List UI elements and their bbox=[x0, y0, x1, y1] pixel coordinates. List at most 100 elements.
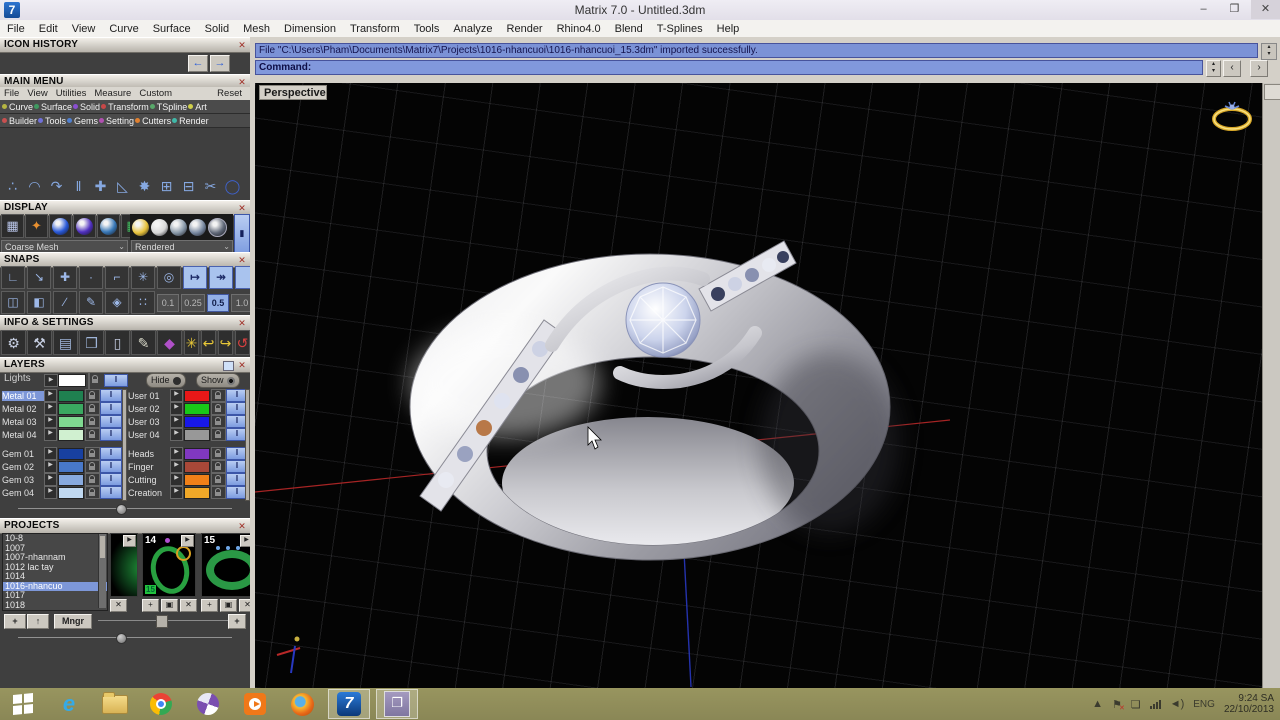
earth-sphere-icon[interactable] bbox=[97, 214, 120, 238]
layer-row-creation[interactable]: Creation▶I bbox=[128, 486, 246, 499]
layer-row-metal-01[interactable]: Metal 01▶I bbox=[2, 389, 124, 402]
layer-expand-button[interactable]: ▶ bbox=[44, 473, 57, 486]
close-icon[interactable]: ✕ bbox=[237, 77, 247, 87]
layer-color-swatch[interactable] bbox=[184, 474, 210, 486]
layer-expand-button[interactable]: ▶ bbox=[44, 415, 57, 428]
ghosted-sphere-icon-glyph[interactable] bbox=[76, 218, 93, 235]
close-icon[interactable]: ✕ bbox=[237, 360, 247, 370]
layer-expand-button[interactable]: ▶ bbox=[44, 460, 57, 473]
thumbnail-play-button[interactable]: ▶ bbox=[181, 535, 194, 547]
hide-toggle[interactable]: Hide bbox=[146, 373, 186, 388]
point-snap-icon[interactable]: · bbox=[79, 266, 103, 289]
layer-visibility-button[interactable]: I bbox=[100, 486, 122, 499]
media-player-icon[interactable] bbox=[234, 689, 276, 719]
menu-rhino40[interactable]: Rhino4.0 bbox=[550, 21, 608, 37]
layer-color-swatch[interactable] bbox=[58, 403, 84, 415]
circle-icon[interactable]: ◯ bbox=[222, 174, 243, 199]
menu-dimension[interactable]: Dimension bbox=[277, 21, 343, 37]
layers-header[interactable]: LAYERS ✕ bbox=[0, 357, 250, 373]
main-menu-custom[interactable]: Custom bbox=[139, 88, 172, 99]
panel-resize-slider[interactable] bbox=[0, 503, 250, 513]
start-button[interactable] bbox=[2, 689, 44, 719]
layer-row-heads[interactable]: Heads▶I bbox=[128, 447, 246, 460]
command-input[interactable]: Command: bbox=[255, 60, 1203, 75]
gold-material-icon[interactable] bbox=[132, 219, 149, 236]
scale-1d-icon[interactable]: ⊟ bbox=[178, 174, 199, 199]
delete-thumb-button[interactable]: ✕ bbox=[110, 599, 127, 612]
slider-knob[interactable] bbox=[116, 633, 127, 644]
layer-expand-button[interactable]: ▶ bbox=[170, 415, 183, 428]
menu-tsplines[interactable]: T-Splines bbox=[650, 21, 710, 37]
lock-icon[interactable] bbox=[85, 486, 100, 499]
notes-icon[interactable]: ✎ bbox=[131, 330, 156, 355]
layer-color-swatch[interactable] bbox=[58, 487, 84, 499]
menu-help[interactable]: Help bbox=[710, 21, 747, 37]
project-list-item[interactable]: 1018 bbox=[3, 601, 107, 611]
history-forward-button[interactable]: → bbox=[210, 55, 230, 72]
save-thumb-button[interactable]: ▣ bbox=[220, 599, 237, 612]
menu-transform[interactable]: Transform bbox=[343, 21, 407, 37]
metal-material-icon[interactable] bbox=[170, 219, 187, 236]
column-icon[interactable]: ▯ bbox=[105, 330, 130, 355]
matrix7-icon[interactable]: 7 bbox=[328, 689, 370, 719]
ghosted-sphere-icon[interactable] bbox=[73, 214, 96, 238]
undo-icon[interactable]: ↩ bbox=[201, 330, 216, 355]
quad-snap-icon[interactable]: ✳ bbox=[131, 266, 155, 289]
main-menu-view[interactable]: View bbox=[27, 88, 47, 99]
layer-row-metal-02[interactable]: Metal 02▶I bbox=[2, 402, 124, 415]
layer-visibility-button[interactable]: I bbox=[100, 402, 122, 415]
gem-info-icon[interactable]: ◆ bbox=[157, 330, 182, 355]
add-project-button[interactable]: + bbox=[228, 614, 246, 629]
layer-color-swatch[interactable] bbox=[58, 474, 84, 486]
layer-expand-button[interactable]: ▶ bbox=[44, 447, 57, 460]
lock-icon[interactable] bbox=[85, 473, 100, 486]
lights-visibility-button[interactable]: I bbox=[104, 374, 128, 387]
shaded-sphere-icon[interactable] bbox=[49, 214, 72, 238]
layer-expand-button[interactable]: ▶ bbox=[44, 428, 57, 441]
lock-icon[interactable] bbox=[85, 402, 100, 415]
project-thumbnail[interactable]: 14▶15 bbox=[142, 533, 196, 597]
snap-value-0_5[interactable]: 0.5 bbox=[207, 294, 229, 312]
close-icon[interactable]: ✕ bbox=[237, 203, 247, 213]
layer-expand-button[interactable]: ▶ bbox=[170, 460, 183, 473]
scale-icon[interactable]: ⊞ bbox=[156, 174, 177, 199]
main-menu-reset-button[interactable]: Reset bbox=[217, 88, 242, 99]
gray-material-icon[interactable] bbox=[189, 219, 206, 236]
command-prev-button[interactable]: ‹ bbox=[1223, 60, 1241, 77]
command-spinner[interactable]: ▴▾ bbox=[1206, 60, 1221, 77]
clock[interactable]: 9:24 SA22/10/2013 bbox=[1224, 693, 1274, 715]
white-material-icon[interactable] bbox=[151, 219, 168, 236]
layer-visibility-button[interactable]: I bbox=[100, 460, 122, 473]
project-thumbnail[interactable]: ▶ bbox=[110, 533, 138, 597]
main-menu-tab-cutters[interactable]: Cutters bbox=[135, 116, 171, 126]
center-snap-icon[interactable]: ◎ bbox=[157, 266, 181, 289]
main-menu-tab-art[interactable]: Art bbox=[188, 102, 207, 112]
orient-icon[interactable]: ◺ bbox=[112, 174, 133, 199]
layer-row-gem-03[interactable]: Gem 03▶I bbox=[2, 473, 124, 486]
layer-row-user-04[interactable]: User 04▶I bbox=[128, 428, 246, 441]
manager-button[interactable]: Mngr bbox=[54, 614, 92, 629]
close-icon[interactable]: ✕ bbox=[237, 40, 247, 50]
projects-list-scrollbar[interactable] bbox=[98, 534, 106, 608]
add-button[interactable]: + bbox=[4, 614, 26, 629]
trim-icon[interactable]: ✂ bbox=[200, 174, 221, 199]
lock-icon[interactable] bbox=[211, 389, 226, 402]
capture-tool-icon[interactable]: ❐ bbox=[376, 689, 418, 719]
menu-render[interactable]: Render bbox=[500, 21, 550, 37]
layer-row-gem-01[interactable]: Gem 01▶I bbox=[2, 447, 124, 460]
mirror-icon[interactable]: ‖ bbox=[68, 174, 89, 199]
project-thumbnail[interactable]: 15▶ bbox=[201, 533, 255, 597]
persp-snap-icon[interactable]: ↠ bbox=[209, 266, 233, 289]
smarttrack-icon[interactable]: ∕ bbox=[53, 291, 77, 314]
main-menu-tab-surface[interactable]: Surface bbox=[34, 102, 72, 112]
close-button[interactable]: ✕ bbox=[1251, 0, 1280, 19]
add-thumb-button[interactable]: + bbox=[142, 599, 159, 612]
layer-color-swatch[interactable] bbox=[184, 461, 210, 473]
layer-visibility-button[interactable]: I bbox=[100, 428, 122, 441]
points-icon[interactable]: ∴ bbox=[2, 174, 23, 199]
lock-icon[interactable] bbox=[85, 428, 100, 441]
volume-icon[interactable]: ◄) bbox=[1170, 698, 1185, 710]
layer-expand-button[interactable]: ▶ bbox=[44, 486, 57, 499]
snap-value-0_1[interactable]: 0.1 bbox=[157, 294, 179, 312]
perspective-viewport[interactable]: Perspective bbox=[255, 83, 1262, 688]
